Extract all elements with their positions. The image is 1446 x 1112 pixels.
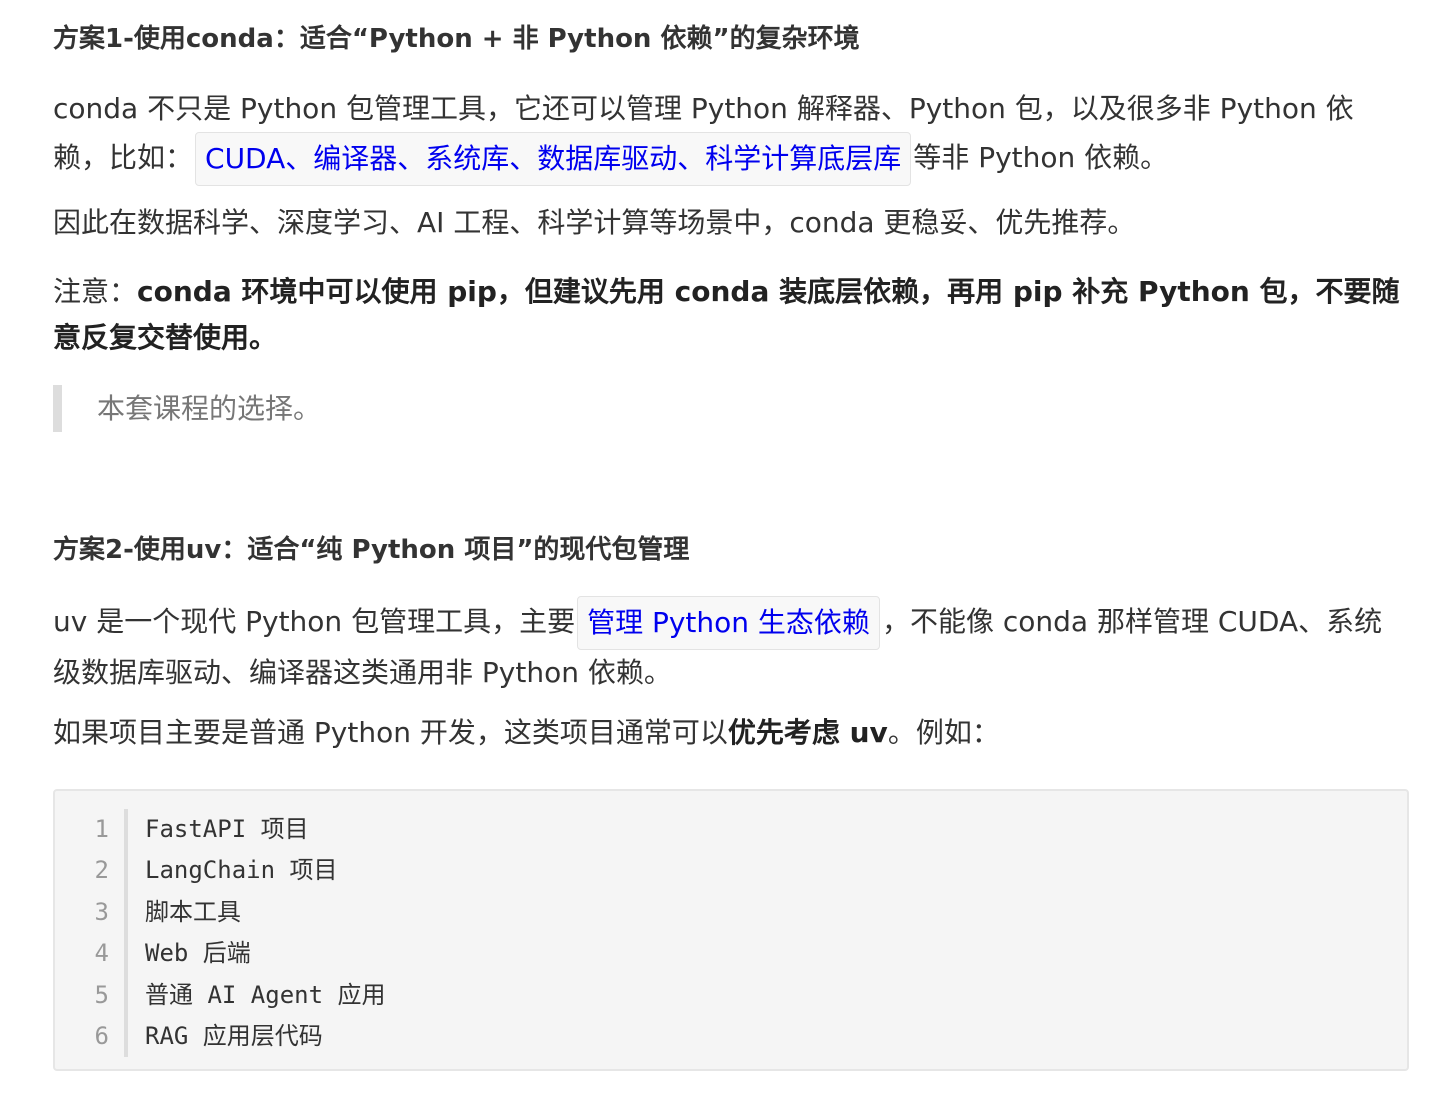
section2-paragraph-recommend: 如果项目主要是普通 Python 开发，这类项目通常可以优先考虑 uv。例如： [53,710,1403,756]
code-line-text: Web 后端 [145,939,251,968]
section2-paragraph-intro: uv 是一个现代 Python 包管理工具，主要 管理 Python 生态依赖 ，不… [53,596,1403,696]
line-number: 5 [94,980,109,1009]
code-line: 1 FastAPI 项目 [55,809,1407,850]
code-line-text: 脚本工具 [145,897,241,926]
code-block[interactable]: 1 FastAPI 项目 2 LangChain 项目 3 脚本工具 4 Web… [53,789,1409,1071]
code-line: 4 Web 后端 [55,933,1407,974]
line-number: 4 [94,939,109,968]
code-line-text: RAG 应用层代码 [145,1021,323,1050]
inline-code-python-deps: 管理 Python 生态依赖 [577,596,880,650]
inline-code-conda-deps: CUDA、编译器、系统库、数据库驱动、科学计算底层库 [195,132,912,186]
line-number: 6 [94,1021,109,1050]
section2-recommend-text: 如果项目主要是普通 Python 开发，这类项目通常可以 [53,716,728,749]
line-number: 3 [94,897,109,926]
section1-paragraph-note: 注意：conda 环境中可以使用 pip，但建议先用 conda 装底层依赖，再… [53,269,1403,361]
line-number: 1 [94,815,109,843]
code-line-text: 普通 AI Agent 应用 [145,980,386,1009]
code-line: 5 普通 AI Agent 应用 [55,975,1407,1016]
note-prefix: 注意： [53,275,138,308]
recommend-uv-bold: 优先考虑 uv [727,716,888,749]
section2-intro-text: uv 是一个现代 Python 包管理工具，主要 [53,605,576,638]
code-line: 6 RAG 应用层代码 [55,1016,1407,1057]
section1-paragraph-intro: conda 不只是 Python 包管理工具，它还可以管理 Python 解释器… [53,86,1403,186]
code-line-text: FastAPI 项目 [145,815,309,843]
code-line: 2 LangChain 项目 [55,850,1407,891]
section2-recommend-end: 。例如： [887,716,1000,749]
line-number: 2 [94,856,109,885]
code-line-text: LangChain 项目 [145,856,338,885]
section1-intro-text-end: 等非 Python 依赖。 [913,141,1169,174]
course-choice-quote: 本套课程的选择。 [53,385,321,432]
section2-heading: 方案2-使用uv：适合“纯 Python 项目”的现代包管理 [53,535,690,565]
note-bold-text: conda 环境中可以使用 pip，但建议先用 conda 装底层依赖，再用 p… [53,275,1400,354]
section1-heading: 方案1-使用conda：适合“Python + 非 Python 依赖”的复杂环… [53,24,860,54]
code-lines: 1 FastAPI 项目 2 LangChain 项目 3 脚本工具 4 Web… [55,809,1407,1057]
section1-paragraph-recommend: 因此在数据科学、深度学习、AI 工程、科学计算等场景中，conda 更稳妥、优先… [53,206,1136,239]
code-line: 3 脚本工具 [55,892,1407,933]
